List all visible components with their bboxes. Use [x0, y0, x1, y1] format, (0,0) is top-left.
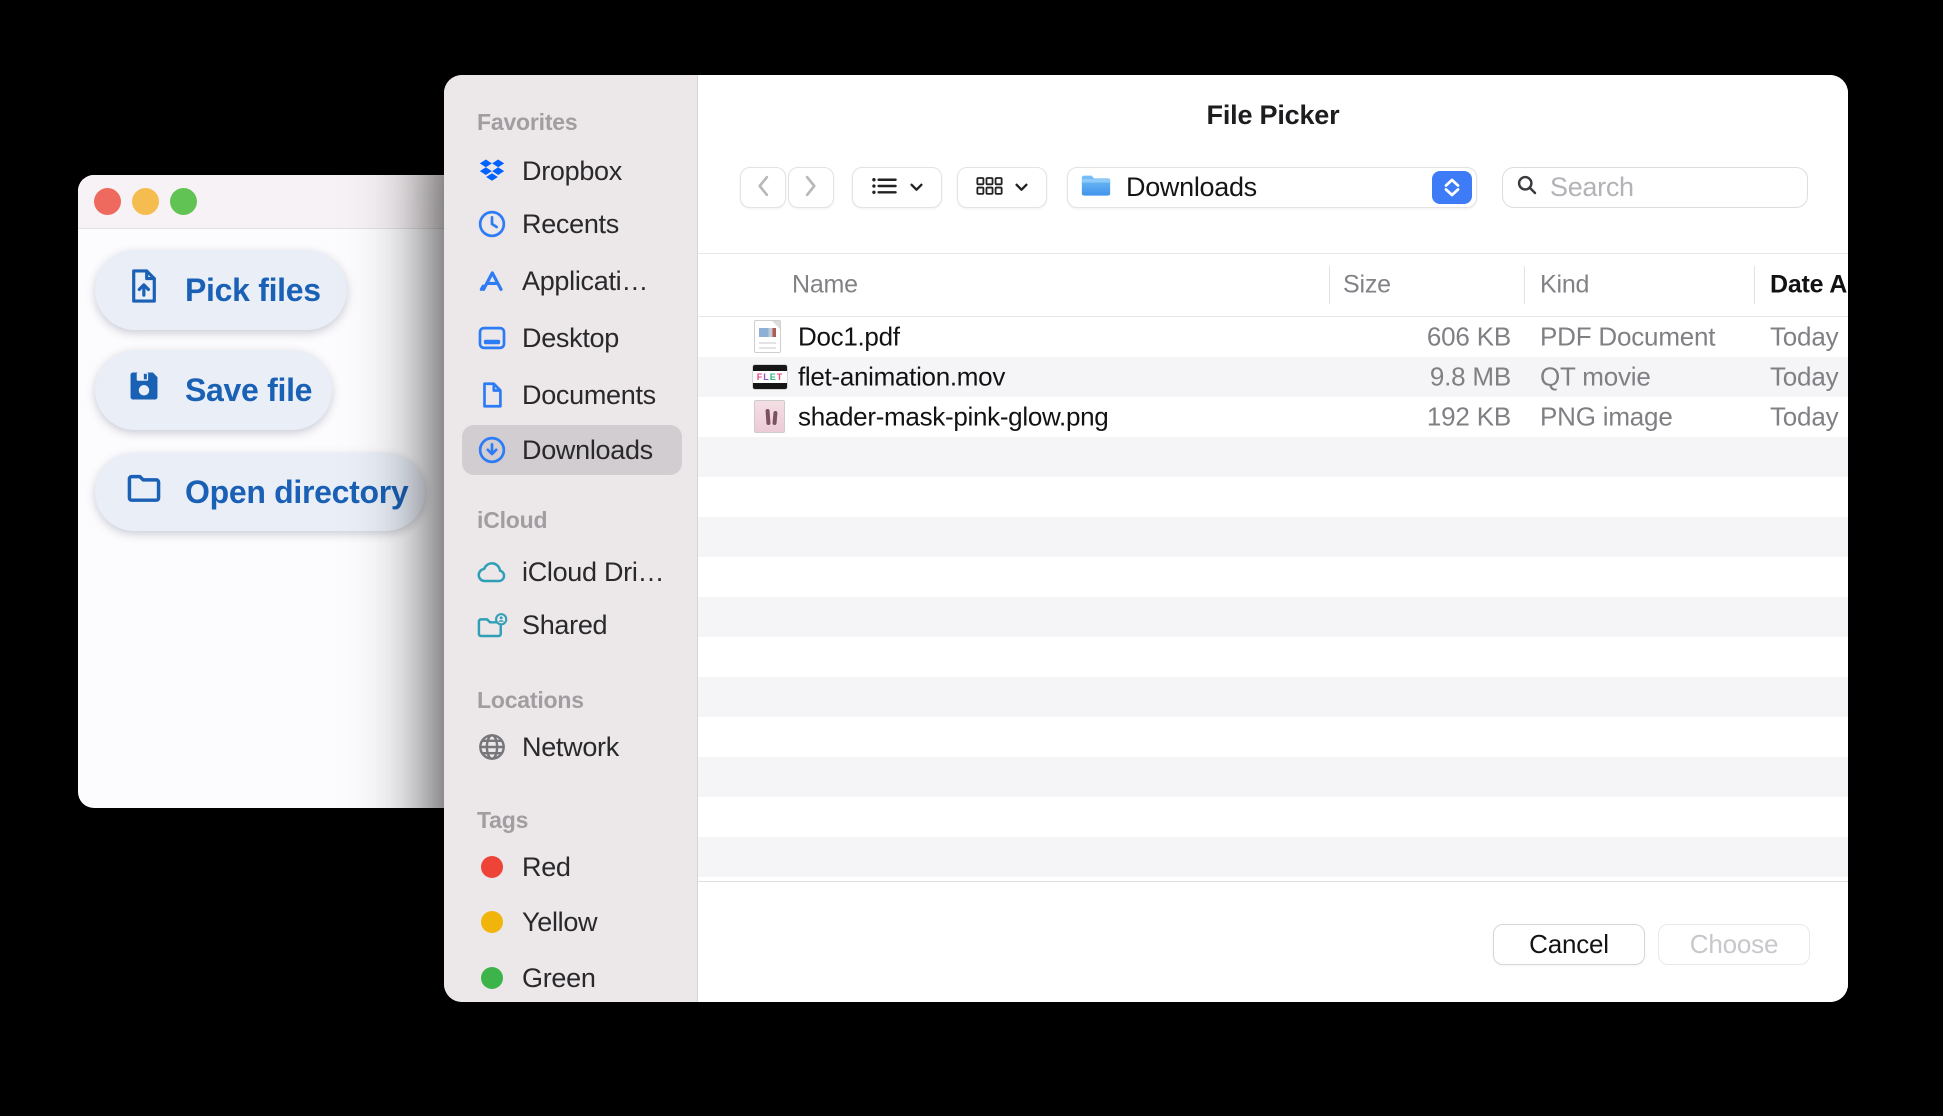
column-header-name[interactable]: Name	[792, 271, 858, 300]
search-icon	[1516, 174, 1538, 201]
dialog-content: File Picker Downloads Search Name Size K…	[698, 75, 1848, 1002]
sidebar-section-icloud: iCloud	[477, 507, 548, 533]
sidebar-item-label: Desktop	[522, 322, 619, 353]
sidebar-item-label: Downloads	[522, 434, 653, 465]
chevron-left-icon	[756, 175, 770, 200]
column-divider	[1524, 266, 1525, 304]
red-tag-icon	[475, 850, 509, 884]
open-directory-label: Open directory	[185, 473, 409, 510]
file-list: Doc1.pdf 606 KB PDF Document Today FLET …	[698, 317, 1848, 877]
sidebar-item-documents[interactable]: Documents	[462, 370, 682, 420]
cloud-icon	[475, 555, 509, 589]
file-row-doc1-pdf[interactable]: Doc1.pdf 606 KB PDF Document Today	[698, 317, 1848, 357]
column-header-date-added[interactable]: Date Added	[1770, 271, 1848, 300]
sidebar-item-label: Applicati…	[522, 265, 649, 296]
list-view-icon	[871, 177, 898, 198]
sidebar-item-icloud-drive[interactable]: iCloud Dri…	[462, 547, 682, 597]
globe-icon	[475, 730, 509, 764]
grid-view-dropdown[interactable]	[957, 167, 1047, 208]
chevron-down-icon	[910, 180, 923, 195]
sidebar-section-favorites: Favorites	[477, 109, 578, 135]
sidebar-item-label: Yellow	[522, 906, 598, 937]
save-file-label: Save file	[185, 371, 313, 408]
dialog-title: File Picker	[1206, 100, 1340, 130]
yellow-tag-icon	[475, 905, 509, 939]
sidebar: Favorites Dropbox Recents Applicati… Des…	[444, 75, 698, 1002]
dialog-footer: Cancel Choose	[698, 881, 1848, 1002]
sidebar-item-label: Red	[522, 851, 571, 882]
choose-button[interactable]: Choose	[1658, 924, 1810, 965]
green-tag-icon	[475, 961, 509, 995]
sidebar-item-shared[interactable]: Shared	[462, 600, 682, 650]
sidebar-item-dropbox[interactable]: Dropbox	[462, 146, 682, 196]
sidebar-item-network[interactable]: Network	[462, 722, 682, 772]
table-header: Name Size Kind Date Added	[698, 253, 1848, 317]
dropbox-icon	[475, 154, 509, 188]
sidebar-item-tag-green[interactable]: Green	[462, 953, 682, 1002]
sidebar-item-label: Network	[522, 731, 619, 762]
back-button[interactable]	[740, 167, 786, 208]
search-input[interactable]	[1548, 171, 1767, 204]
list-view-dropdown[interactable]	[852, 167, 942, 208]
column-divider	[1329, 266, 1330, 304]
image-file-icon	[754, 400, 785, 433]
sidebar-item-label: iCloud Dri…	[522, 556, 665, 587]
file-picker-dialog: Favorites Dropbox Recents Applicati… Des…	[444, 75, 1848, 1002]
sidebar-section-locations: Locations	[477, 687, 584, 713]
blue-folder-icon	[1080, 173, 1112, 203]
sidebar-item-label: Recents	[522, 208, 619, 239]
sidebar-item-tag-yellow[interactable]: Yellow	[462, 897, 682, 947]
desktop-icon	[475, 321, 509, 355]
clock-icon	[475, 207, 509, 241]
movie-file-icon: FLET	[752, 364, 788, 390]
cancel-button[interactable]: Cancel	[1493, 924, 1645, 965]
column-header-kind[interactable]: Kind	[1540, 271, 1589, 300]
forward-button[interactable]	[788, 167, 834, 208]
updown-chevrons-icon	[1432, 171, 1472, 204]
save-file-button[interactable]: Save file	[95, 350, 332, 430]
save-icon	[125, 367, 163, 413]
open-directory-button[interactable]: Open directory	[95, 453, 425, 531]
sidebar-section-tags: Tags	[477, 807, 529, 833]
sidebar-item-label: Documents	[522, 379, 656, 410]
sidebar-item-downloads[interactable]: Downloads	[462, 425, 682, 475]
app-window-titlebar	[78, 175, 462, 229]
sidebar-item-tag-red[interactable]: Red	[462, 842, 682, 892]
pick-files-button[interactable]: Pick files	[95, 250, 347, 330]
shared-folder-icon	[475, 608, 509, 642]
minimize-window-button[interactable]	[132, 188, 159, 215]
column-divider	[1754, 266, 1755, 304]
grid-view-icon	[976, 177, 1003, 198]
sidebar-item-label: Green	[522, 962, 596, 993]
sidebar-item-desktop[interactable]: Desktop	[462, 313, 682, 363]
app-store-icon	[475, 264, 509, 298]
pdf-file-icon	[754, 320, 781, 353]
sidebar-item-label: Shared	[522, 609, 608, 640]
sidebar-item-label: Dropbox	[522, 155, 622, 186]
download-circle-icon	[475, 433, 509, 467]
file-upload-icon	[125, 267, 163, 313]
sidebar-item-recents[interactable]: Recents	[462, 199, 682, 249]
sidebar-item-applications[interactable]: Applicati…	[462, 256, 682, 306]
current-folder-dropdown[interactable]: Downloads	[1067, 167, 1477, 208]
column-header-size[interactable]: Size	[1343, 271, 1391, 300]
fullscreen-window-button[interactable]	[170, 188, 197, 215]
chevron-right-icon	[804, 175, 818, 200]
pick-files-label: Pick files	[185, 271, 321, 308]
folder-icon	[125, 469, 163, 515]
desktop-background: Pick files Save file Open directory Favo…	[0, 0, 1943, 1116]
current-folder-label: Downloads	[1126, 172, 1257, 202]
file-row-flet-animation-mov[interactable]: FLET flet-animation.mov 9.8 MB QT movie …	[698, 357, 1848, 397]
close-window-button[interactable]	[94, 188, 121, 215]
document-icon	[475, 378, 509, 412]
app-window: Pick files Save file Open directory	[78, 175, 462, 808]
search-field[interactable]	[1502, 167, 1808, 208]
chevron-down-icon	[1015, 180, 1028, 195]
file-row-shader-mask-png[interactable]: shader-mask-pink-glow.png 192 KB PNG ima…	[698, 397, 1848, 437]
